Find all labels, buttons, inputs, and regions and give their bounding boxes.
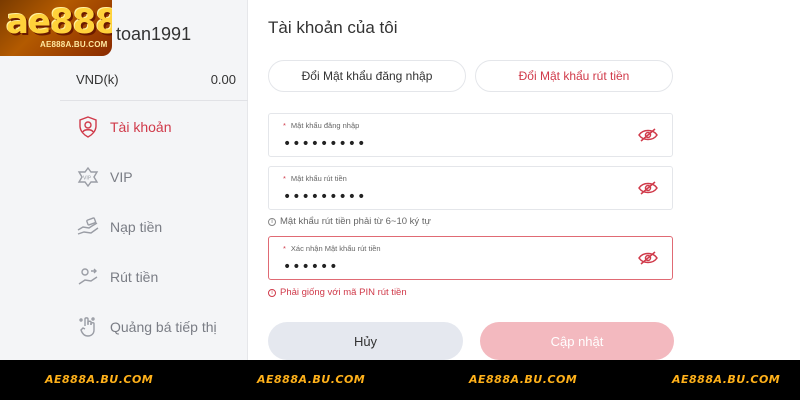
username: toan1991 xyxy=(116,24,192,44)
eye-hidden-icon[interactable] xyxy=(638,128,658,142)
hint-text: Mật khẩu rút tiền phải từ 6~10 ký tự xyxy=(280,216,431,227)
balance-row: VND(k) 0.00 xyxy=(76,72,236,87)
field-label: Mật khẩu rút tiền xyxy=(290,174,347,183)
currency-label: VND(k) xyxy=(76,72,119,87)
login-password-input[interactable] xyxy=(283,136,623,152)
error-text: Phải giống với mã PIN rút tiền xyxy=(280,287,407,298)
brand-logo[interactable]: ae888 AE888A.BU.COM xyxy=(0,0,112,56)
watermark-text: AE888A.BU.COM xyxy=(672,373,781,386)
sidebar-item-label: Quảng bá tiếp thị xyxy=(110,319,217,335)
update-button[interactable]: Cập nhật xyxy=(480,322,674,360)
withdraw-password-input[interactable] xyxy=(283,189,623,205)
balance-value: 0.00 xyxy=(210,72,236,87)
tab-change-login-password[interactable]: Đổi Mật khẩu đăng nhập xyxy=(268,60,466,92)
watermark-text: AE888A.BU.COM xyxy=(45,373,154,386)
watermark-text: AE888A.BU.COM xyxy=(469,373,578,386)
eye-hidden-icon[interactable] xyxy=(638,181,658,195)
withdraw-icon xyxy=(76,265,100,289)
sidebar-item-deposit[interactable]: Nạp tiền xyxy=(76,212,248,242)
login-password-field[interactable]: * Mật khẩu đăng nhập xyxy=(268,113,673,157)
user-shield-icon xyxy=(76,115,100,139)
confirm-withdraw-password-field[interactable]: * Xác nhận Mật khẩu rút tiền xyxy=(268,236,673,280)
promotion-icon xyxy=(76,315,100,339)
sidebar-item-promotion[interactable]: Quảng bá tiếp thị xyxy=(76,312,248,342)
withdraw-password-hint: i Mật khẩu rút tiền phải từ 6~10 ký tự xyxy=(268,216,431,227)
sidebar-item-account[interactable]: Tài khoản xyxy=(76,112,248,142)
watermark-footer: AE888A.BU.COM AE888A.BU.COM AE888A.BU.CO… xyxy=(0,360,800,400)
required-marker: * xyxy=(283,244,286,253)
sidebar-item-label: VIP xyxy=(110,169,133,185)
eye-hidden-icon[interactable] xyxy=(638,251,658,265)
sidebar-item-vip[interactable]: VIP VIP xyxy=(76,162,248,192)
sidebar-item-withdraw[interactable]: Rút tiền xyxy=(76,262,248,292)
confirm-password-error: i Phải giống với mã PIN rút tiền xyxy=(268,287,407,298)
logo-text: ae888 xyxy=(6,2,112,42)
deposit-hand-icon xyxy=(76,215,100,239)
field-label: Mật khẩu đăng nhập xyxy=(290,121,360,130)
cancel-button[interactable]: Hủy xyxy=(268,322,463,360)
sidebar-divider xyxy=(60,100,248,101)
watermark-text: AE888A.BU.COM xyxy=(257,373,366,386)
info-icon: i xyxy=(268,217,276,226)
logo-subtext: AE888A.BU.COM xyxy=(40,40,108,49)
sidebar: ae888 AE888A.BU.COM toan1991 VND(k) 0.00… xyxy=(0,0,248,360)
vip-badge-icon: VIP xyxy=(76,165,100,189)
withdraw-password-field[interactable]: * Mật khẩu rút tiền xyxy=(268,166,673,210)
page-title: Tài khoản của tôi xyxy=(268,18,398,37)
confirm-withdraw-password-input[interactable] xyxy=(283,259,623,275)
field-label: Xác nhận Mật khẩu rút tiền xyxy=(290,244,381,253)
error-info-icon: i xyxy=(268,288,276,297)
required-marker: * xyxy=(283,174,286,183)
sidebar-item-label: Rút tiền xyxy=(110,269,159,285)
required-marker: * xyxy=(283,121,286,130)
sidebar-item-label: Nạp tiền xyxy=(110,219,163,235)
sidebar-item-label: Tài khoản xyxy=(110,119,172,135)
svg-text:VIP: VIP xyxy=(83,176,91,182)
tab-change-withdraw-password[interactable]: Đổi Mật khẩu rút tiền xyxy=(475,60,673,92)
